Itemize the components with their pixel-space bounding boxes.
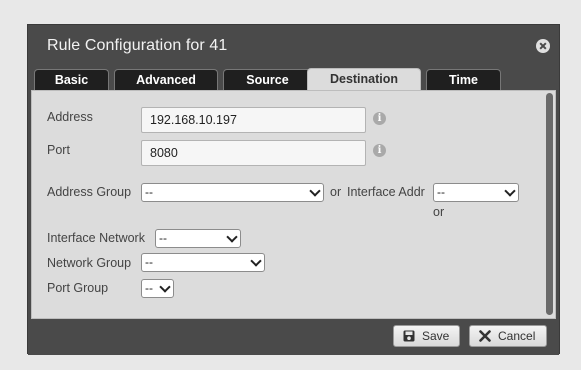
port-input[interactable]: 8080 [141, 140, 366, 166]
floppy-disk-icon [403, 330, 415, 342]
chevron-down-icon [226, 231, 238, 243]
address-group-select[interactable]: -- [141, 183, 324, 202]
port-group-label: Port Group [47, 281, 109, 295]
or-label: or [433, 205, 445, 219]
interface-network-select[interactable]: -- [155, 229, 241, 248]
interface-addr-value: -- [437, 185, 445, 199]
x-icon [479, 330, 491, 342]
address-input[interactable]: 192.168.10.197 [141, 107, 366, 133]
interface-network-value: -- [159, 231, 167, 245]
chevron-down-icon [309, 185, 321, 197]
network-group-value: -- [145, 255, 153, 269]
tab-source[interactable]: Source [223, 69, 312, 90]
port-group-value: -- [145, 281, 153, 295]
rule-configuration-dialog: Rule Configuration for 41 Basic Advanced… [27, 24, 560, 355]
tab-basic[interactable]: Basic [34, 69, 109, 90]
dialog-titlebar[interactable]: Rule Configuration for 41 [28, 25, 559, 69]
dialog-footer: Save Cancel [28, 319, 559, 355]
address-group-label: Address Group [47, 185, 132, 199]
cancel-button-label: Cancel [498, 329, 536, 343]
address-group-value: -- [145, 185, 153, 199]
port-group-select[interactable]: -- [141, 279, 174, 298]
address-label: Address [47, 110, 93, 124]
close-icon[interactable] [536, 39, 550, 53]
interface-addr-label: Interface Addr [347, 185, 425, 199]
save-button-label: Save [422, 329, 450, 343]
chevron-down-icon [504, 185, 516, 197]
interface-addr-select[interactable]: -- [433, 183, 519, 202]
tab-destination[interactable]: Destination [307, 68, 421, 90]
destination-panel: Address 192.168.10.197 i Port 8080 i Add… [31, 90, 556, 319]
chevron-down-icon [250, 255, 262, 267]
or-label: or [330, 185, 342, 199]
scrollbar[interactable] [546, 93, 553, 315]
network-group-label: Network Group [47, 256, 132, 270]
address-info-icon[interactable]: i [373, 112, 386, 125]
tab-advanced[interactable]: Advanced [114, 69, 218, 90]
interface-network-label: Interface Network [47, 231, 145, 245]
network-group-select[interactable]: -- [141, 253, 265, 272]
save-button[interactable]: Save [393, 325, 460, 347]
chevron-down-icon [159, 281, 171, 293]
dialog-title: Rule Configuration for 41 [47, 37, 228, 54]
tab-time[interactable]: Time [426, 69, 501, 90]
cancel-button[interactable]: Cancel [469, 325, 547, 347]
port-info-icon[interactable]: i [373, 144, 386, 157]
port-label: Port [47, 143, 70, 157]
